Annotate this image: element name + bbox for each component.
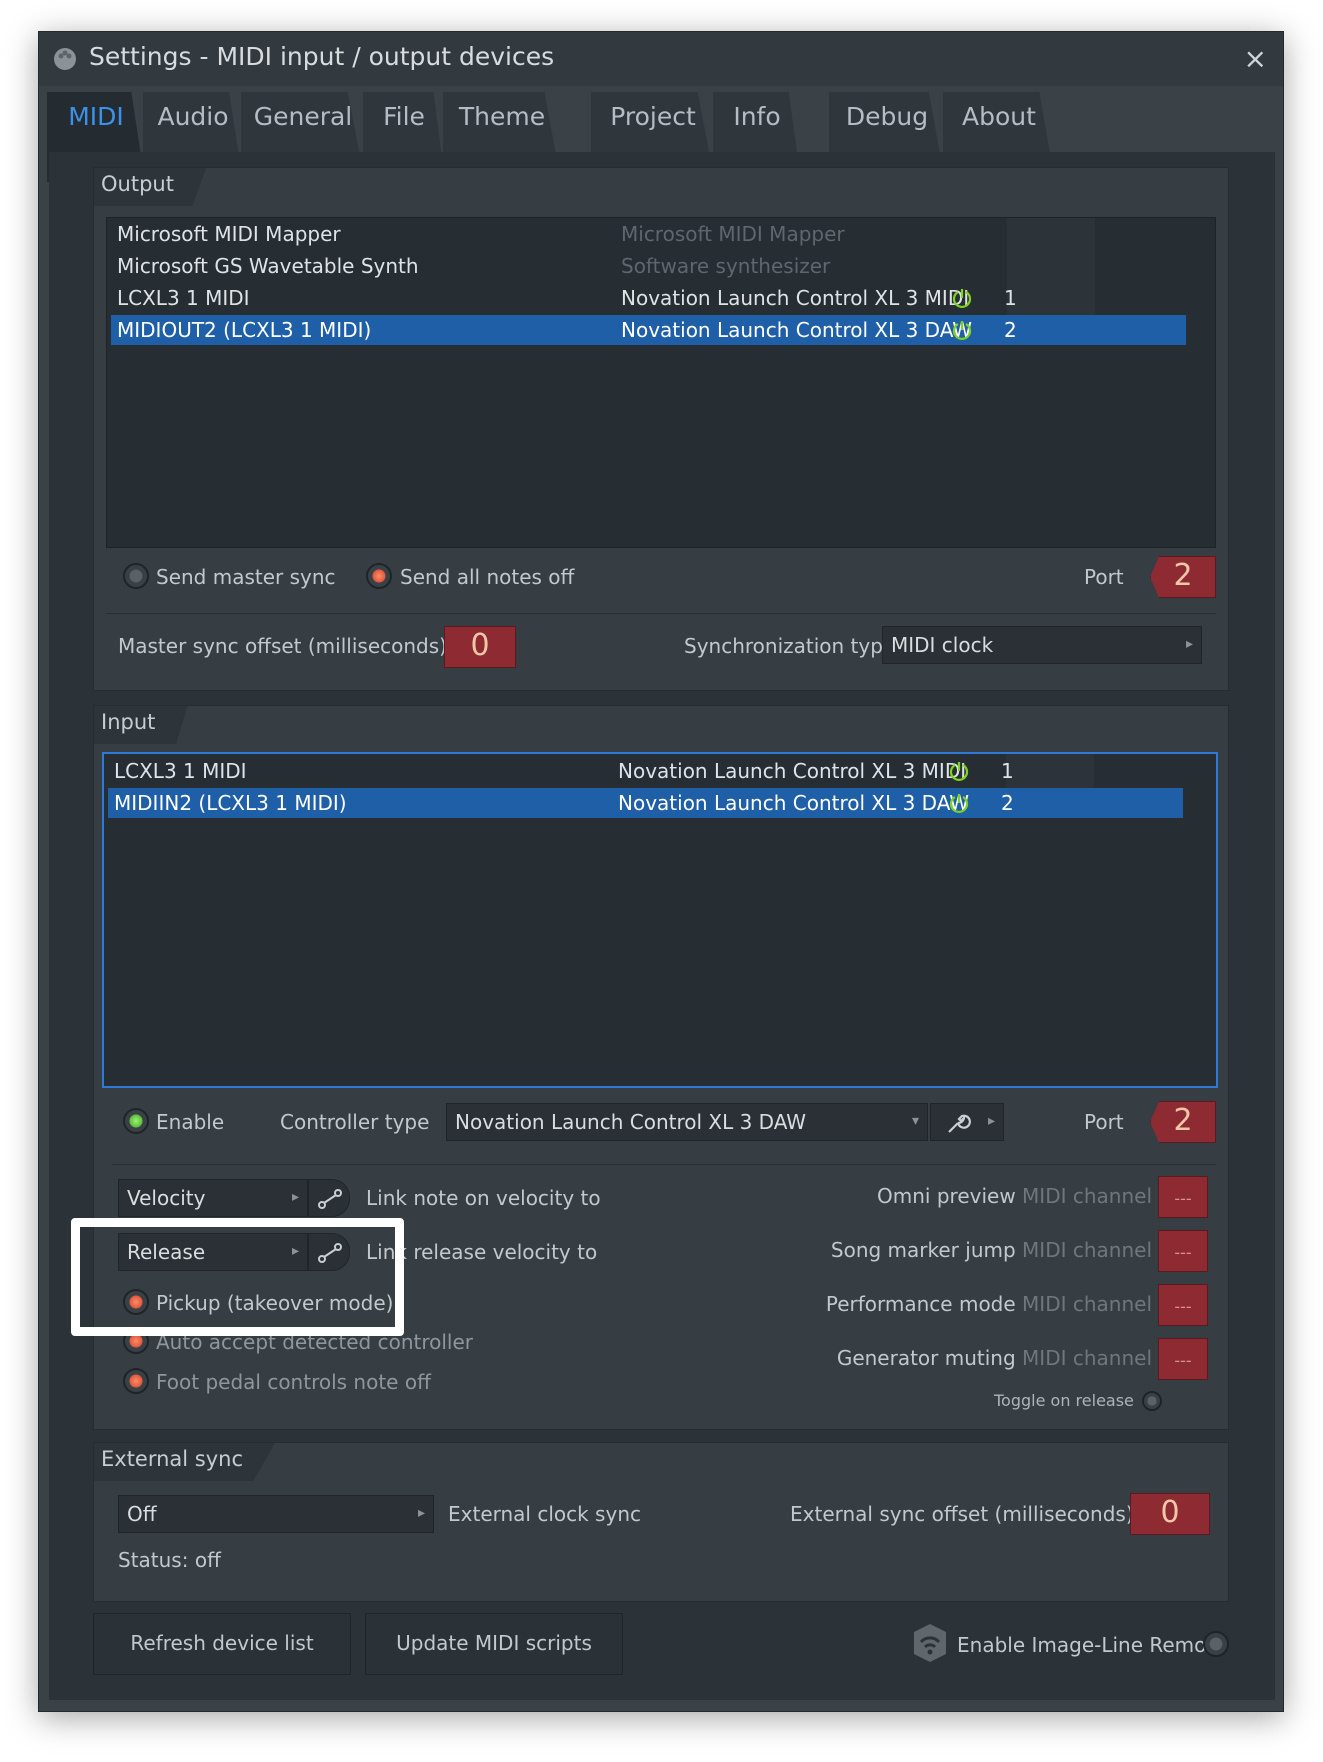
input-row-lcxl3-midi[interactable]: LCXL3 1 MIDI Novation Launch Control XL … — [108, 756, 1183, 786]
output-port-label: Port — [1084, 565, 1124, 589]
link-icon — [318, 1189, 342, 1209]
sync-type-select[interactable]: MIDI clock ▸ — [882, 626, 1202, 664]
external-sync-status: Status: off — [118, 1548, 221, 1572]
input-row-midiin2[interactable]: MIDIIN2 (LCXL3 1 MIDI) Novation Launch C… — [108, 788, 1183, 818]
output-divider — [106, 613, 1216, 614]
refresh-device-list-button[interactable]: Refresh device list — [93, 1613, 351, 1675]
fl-studio-logo-icon — [54, 48, 76, 70]
power-icon[interactable] — [948, 792, 970, 814]
send-master-sync-label: Send master sync — [156, 565, 336, 589]
settings-window: Settings - MIDI input / output devices ×… — [38, 31, 1284, 1712]
output-row-midi-mapper[interactable]: Microsoft MIDI Mapper Microsoft MIDI Map… — [111, 219, 1186, 249]
performance-mode-label: Performance mode MIDI channel — [825, 1292, 1152, 1316]
image-line-remote-icon — [914, 1624, 946, 1662]
chevron-down-icon: ▾ — [911, 1113, 919, 1129]
input-port-value[interactable]: 2 — [1150, 1101, 1216, 1143]
output-row-lcxl3-midi[interactable]: LCXL3 1 MIDI Novation Launch Control XL … — [111, 283, 1186, 313]
update-midi-scripts-button[interactable]: Update MIDI scripts — [365, 1613, 623, 1675]
input-enable-label: Enable — [156, 1110, 225, 1134]
omni-preview-channel[interactable]: --- — [1158, 1176, 1208, 1218]
chevron-right-icon: ▸ — [417, 1505, 425, 1521]
master-sync-offset-value[interactable]: 0 — [444, 626, 516, 668]
master-sync-offset-label: Master sync offset (milliseconds) — [118, 634, 447, 658]
input-device-list[interactable]: LCXL3 1 MIDI Novation Launch Control XL … — [102, 752, 1218, 1088]
wrench-icon — [948, 1114, 971, 1133]
input-port-label: Port — [1084, 1110, 1124, 1134]
toggle-on-release-radio[interactable] — [1142, 1391, 1162, 1411]
generator-muting-label: Generator muting MIDI channel — [836, 1346, 1152, 1370]
enable-image-line-remote-label: Enable Image-Line Remote — [957, 1633, 1227, 1657]
foot-pedal-radio[interactable] — [123, 1368, 149, 1394]
velocity-select[interactable]: Velocity ▸ — [118, 1179, 308, 1217]
close-icon[interactable]: × — [1244, 42, 1267, 75]
window-title: Settings - MIDI input / output devices — [89, 42, 555, 71]
power-icon[interactable] — [948, 760, 970, 782]
chevron-right-icon: ▸ — [1185, 636, 1193, 652]
output-panel: Output Microsoft MIDI Mapper Microsoft M… — [93, 167, 1229, 691]
output-port-value[interactable]: 2 — [1150, 556, 1216, 598]
generator-muting-channel[interactable]: --- — [1158, 1338, 1208, 1380]
output-header: Output — [94, 168, 206, 206]
controller-type-label: Controller type — [280, 1110, 430, 1134]
toggle-on-release-label: Toggle on release — [994, 1391, 1134, 1410]
song-marker-jump-channel[interactable]: --- — [1158, 1230, 1208, 1272]
chevron-right-icon: ▸ — [987, 1113, 995, 1129]
sync-type-label: Synchronization type — [684, 634, 896, 658]
input-enable-radio[interactable] — [123, 1108, 149, 1134]
omni-preview-label: Omni preview MIDI channel — [877, 1184, 1152, 1208]
output-row-gs-wavetable[interactable]: Microsoft GS Wavetable Synth Software sy… — [111, 251, 1186, 281]
external-sync-panel: External sync Off ▸ External clock sync E… — [93, 1442, 1229, 1602]
input-header: Input — [94, 706, 188, 744]
controller-type-select[interactable]: Novation Launch Control XL 3 DAW ▾ — [446, 1103, 928, 1141]
link-velocity-button[interactable] — [308, 1179, 350, 1217]
external-sync-offset-value[interactable]: 0 — [1130, 1493, 1210, 1535]
external-clock-sync-label: External clock sync — [448, 1502, 641, 1526]
external-sync-offset-label: External sync offset (milliseconds) — [790, 1502, 1134, 1526]
input-divider — [112, 1164, 1216, 1165]
power-icon[interactable] — [951, 287, 973, 309]
external-sync-mode-select[interactable]: Off ▸ — [118, 1495, 434, 1533]
output-device-list[interactable]: Microsoft MIDI Mapper Microsoft MIDI Map… — [106, 217, 1216, 548]
enable-image-line-remote-radio[interactable] — [1203, 1631, 1229, 1657]
link-velocity-label: Link note on velocity to — [366, 1186, 601, 1210]
foot-pedal-label: Foot pedal controls note off — [156, 1370, 431, 1394]
output-row-midiout2[interactable]: MIDIOUT2 (LCXL3 1 MIDI) Novation Launch … — [111, 315, 1186, 345]
title-bar: Settings - MIDI input / output devices × — [39, 32, 1283, 86]
power-icon[interactable] — [951, 319, 973, 341]
send-all-notes-off-radio[interactable] — [366, 563, 392, 589]
chevron-right-icon: ▸ — [291, 1189, 299, 1205]
send-master-sync-radio[interactable] — [123, 563, 149, 589]
controller-settings-button[interactable]: ▸ — [930, 1103, 1004, 1141]
send-all-notes-off-label: Send all notes off — [400, 565, 575, 589]
annotation-highlight-box — [71, 1218, 404, 1336]
external-sync-header: External sync — [94, 1443, 276, 1481]
song-marker-jump-label: Song marker jump MIDI channel — [830, 1238, 1152, 1262]
midi-settings-content: Output Microsoft MIDI Mapper Microsoft M… — [49, 152, 1275, 1700]
performance-mode-channel[interactable]: --- — [1158, 1284, 1208, 1326]
